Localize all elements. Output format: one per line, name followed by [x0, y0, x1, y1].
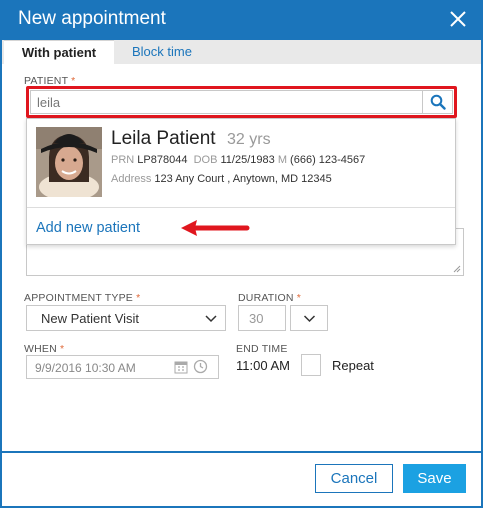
cancel-button[interactable]: Cancel: [315, 464, 393, 493]
patient-ids-line: PRN LP878044 DOB 11/25/1983 M (666) 123-…: [111, 154, 365, 166]
duration-input[interactable]: 30: [238, 305, 286, 331]
address-value: 123 Any Court , Anytown, MD 12345: [154, 173, 332, 185]
when-input[interactable]: 9/9/2016 10:30 AM: [26, 355, 219, 379]
patient-result-item[interactable]: Leila Patient 32 yrs PRN LP878044 DOB 11…: [27, 119, 455, 207]
appointment-type-label-text: APPOINTMENT TYPE: [24, 292, 133, 304]
patient-address-line: Address 123 Any Court , Anytown, MD 1234…: [111, 173, 332, 185]
patient-name: Leila Patient: [111, 128, 216, 149]
add-new-patient-link[interactable]: Add new patient: [36, 220, 140, 236]
arrow-left-icon: [181, 220, 250, 236]
prn-value: LP878044: [137, 154, 188, 166]
when-label-text: WHEN: [24, 343, 57, 355]
chevron-down-icon: [205, 315, 217, 323]
duration-label-text: DURATION: [238, 292, 294, 304]
chevron-down-icon: [303, 315, 316, 323]
patient-photo: [36, 127, 102, 197]
save-button[interactable]: Save: [403, 464, 466, 493]
dialog-title: New appointment: [18, 8, 166, 29]
required-mark: *: [296, 292, 302, 304]
clock-icon[interactable]: [193, 359, 208, 374]
appointment-type-label: APPOINTMENT TYPE *: [24, 292, 140, 304]
repeat-label: Repeat: [332, 358, 374, 373]
required-mark: *: [136, 292, 141, 304]
when-label: WHEN *: [24, 343, 64, 355]
tab-bar: With patient Block time: [2, 40, 481, 64]
close-icon[interactable]: [445, 6, 471, 32]
calendar-icon[interactable]: [174, 360, 188, 374]
appointment-type-value: New Patient Visit: [41, 311, 140, 326]
phone-value: (666) 123-4567: [290, 154, 366, 166]
resize-grip-icon[interactable]: [453, 265, 461, 273]
tab-block-time[interactable]: Block time: [132, 40, 192, 64]
tab-with-patient[interactable]: With patient: [4, 40, 114, 64]
duration-label: DURATION *: [238, 292, 301, 304]
prn-label: PRN: [111, 154, 135, 166]
required-mark: *: [60, 343, 65, 355]
appointment-type-select[interactable]: New Patient Visit: [26, 305, 226, 331]
end-time-label: END TIME: [236, 343, 288, 355]
dialog-titlebar: New appointment: [0, 0, 483, 40]
end-time-value: 11:00 AM: [236, 358, 290, 373]
dob-value: 11/25/1983: [220, 154, 275, 166]
dob-label: DOB: [193, 154, 218, 166]
results-divider: [27, 207, 455, 208]
new-appointment-dialog: New appointment With patient Block time …: [0, 0, 483, 508]
duration-dropdown[interactable]: [290, 305, 328, 331]
address-label: Address: [111, 173, 152, 185]
patient-age: 32 yrs: [227, 131, 271, 148]
phone-label: M: [277, 154, 287, 166]
patient-results-dropdown: Leila Patient 32 yrs PRN LP878044 DOB 11…: [26, 118, 456, 245]
search-highlight-box: [26, 86, 457, 118]
footer-divider: [2, 451, 481, 453]
repeat-checkbox[interactable]: [301, 354, 321, 376]
